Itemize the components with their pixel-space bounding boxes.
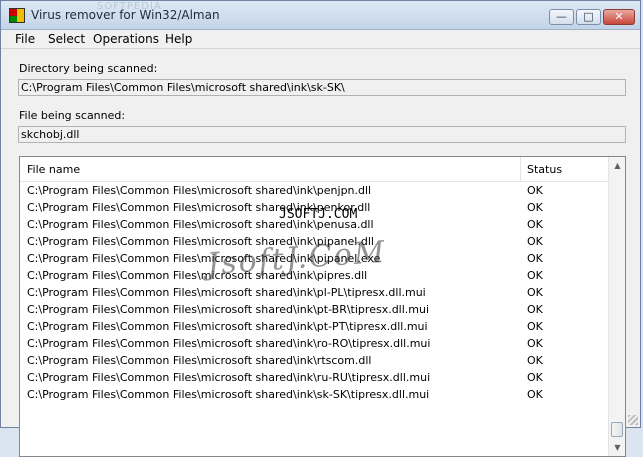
row-status: OK <box>527 320 543 333</box>
list-row[interactable]: C:\Program Files\Common Files\microsoft … <box>20 386 608 403</box>
app-icon[interactable] <box>9 8 25 23</box>
list-row[interactable]: C:\Program Files\Common Files\microsoft … <box>20 352 608 369</box>
row-file-name: C:\Program Files\Common Files\microsoft … <box>27 320 428 333</box>
menu-bar: File Select Operations Help <box>1 30 640 49</box>
menu-operations[interactable]: Operations <box>93 32 159 46</box>
menu-help[interactable]: Help <box>165 32 192 46</box>
row-status: OK <box>527 286 543 299</box>
file-list[interactable]: File name Status C:\Program Files\Common… <box>19 156 626 457</box>
file-field: skchobj.dll <box>18 126 626 143</box>
list-row[interactable]: C:\Program Files\Common Files\microsoft … <box>20 301 608 318</box>
row-status: OK <box>527 388 543 401</box>
minimize-button[interactable]: — <box>549 9 574 25</box>
menu-file[interactable]: File <box>15 32 35 46</box>
row-status: OK <box>527 269 543 282</box>
main-content: Directory being scanned: C:\Program File… <box>1 49 640 457</box>
close-button[interactable]: ✕ <box>603 9 635 25</box>
row-status: OK <box>527 303 543 316</box>
resize-grip-icon[interactable] <box>628 415 638 425</box>
directory-label: Directory being scanned: <box>19 62 158 75</box>
column-divider[interactable] <box>520 157 521 181</box>
scroll-up-arrow-icon[interactable]: ▲ <box>609 157 625 174</box>
app-window: Virus remover for Win32/Alman SOFTPEDIA … <box>0 0 641 457</box>
menu-select[interactable]: Select <box>48 32 85 46</box>
directory-field: C:\Program Files\Common Files\microsoft … <box>18 79 626 96</box>
row-file-name: C:\Program Files\Common Files\microsoft … <box>27 184 372 197</box>
watermark-text: JSOFTJ.COM <box>279 207 358 222</box>
row-file-name: C:\Program Files\Common Files\microsoft … <box>27 354 372 367</box>
row-file-name: C:\Program Files\Common Files\microsoft … <box>27 286 426 299</box>
row-status: OK <box>527 337 543 350</box>
file-label: File being scanned: <box>19 109 126 122</box>
list-row[interactable]: C:\Program Files\Common Files\microsoft … <box>20 284 608 301</box>
row-file-name: C:\Program Files\Common Files\microsoft … <box>27 388 430 401</box>
title-watermark: SOFTPEDIA <box>97 1 162 12</box>
row-status: OK <box>527 371 543 384</box>
row-status: OK <box>527 252 543 265</box>
scroll-down-arrow-icon[interactable]: ▼ <box>609 439 625 456</box>
list-row[interactable]: C:\Program Files\Common Files\microsoft … <box>20 369 608 386</box>
row-status: OK <box>527 354 543 367</box>
row-file-name: C:\Program Files\Common Files\microsoft … <box>27 337 431 350</box>
list-scrollbar[interactable]: ▲ ▼ <box>608 157 625 456</box>
maximize-button[interactable]: □ <box>576 9 601 25</box>
row-status: OK <box>527 218 543 231</box>
row-file-name: C:\Program Files\Common Files\microsoft … <box>27 303 430 316</box>
row-status: OK <box>527 184 543 197</box>
row-file-name: C:\Program Files\Common Files\microsoft … <box>27 371 431 384</box>
list-row[interactable]: C:\Program Files\Common Files\microsoft … <box>20 335 608 352</box>
list-header: File name Status <box>20 157 608 182</box>
title-bar[interactable]: Virus remover for Win32/Alman SOFTPEDIA … <box>1 1 640 30</box>
row-status: OK <box>527 235 543 248</box>
list-row[interactable]: C:\Program Files\Common Files\microsoft … <box>20 318 608 335</box>
column-header-file-name[interactable]: File name <box>27 163 80 176</box>
list-row[interactable]: C:\Program Files\Common Files\microsoft … <box>20 182 608 199</box>
column-header-status[interactable]: Status <box>527 163 562 176</box>
row-status: OK <box>527 201 543 214</box>
